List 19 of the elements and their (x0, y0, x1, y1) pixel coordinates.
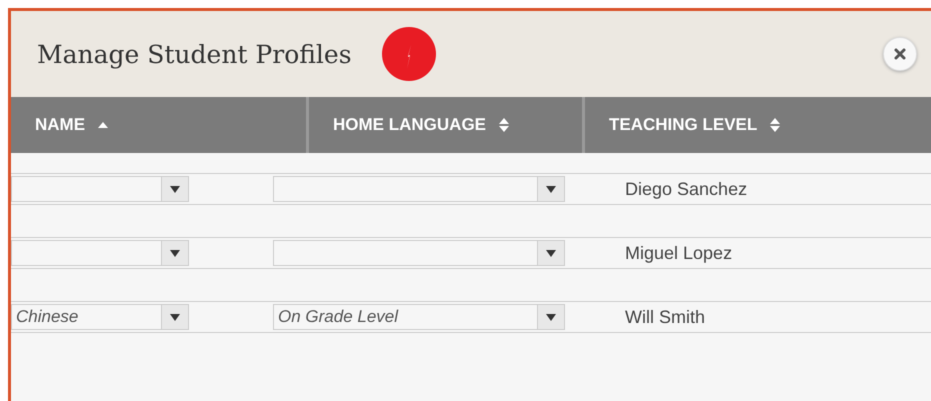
lightning-logo-icon (382, 27, 436, 81)
window-title: Manage Student Profiles (37, 40, 352, 68)
dropdown-arrow-icon (170, 186, 180, 192)
teaching-level-dropdown[interactable] (273, 176, 565, 202)
close-icon (893, 47, 907, 61)
student-name: Diego Sanchez (625, 178, 748, 200)
dropdown-arrow-icon (546, 186, 556, 192)
dropdown-arrow-icon (170, 314, 180, 320)
language-dropdown[interactable]: Chinese (11, 304, 189, 330)
dropdown-arrow-icon (546, 250, 556, 256)
dropdown-arrow-icon (170, 250, 180, 256)
close-button[interactable] (883, 37, 917, 71)
teaching-level-dropdown[interactable]: On Grade Level (273, 304, 565, 330)
student-name: Will Smith (625, 306, 705, 328)
teaching-level-dropdown[interactable] (273, 240, 565, 266)
dropdown-arrow-icon (546, 314, 556, 320)
language-dropdown[interactable] (11, 176, 189, 202)
language-dropdown[interactable] (11, 240, 189, 266)
student-name: Miguel Lopez (625, 242, 732, 264)
